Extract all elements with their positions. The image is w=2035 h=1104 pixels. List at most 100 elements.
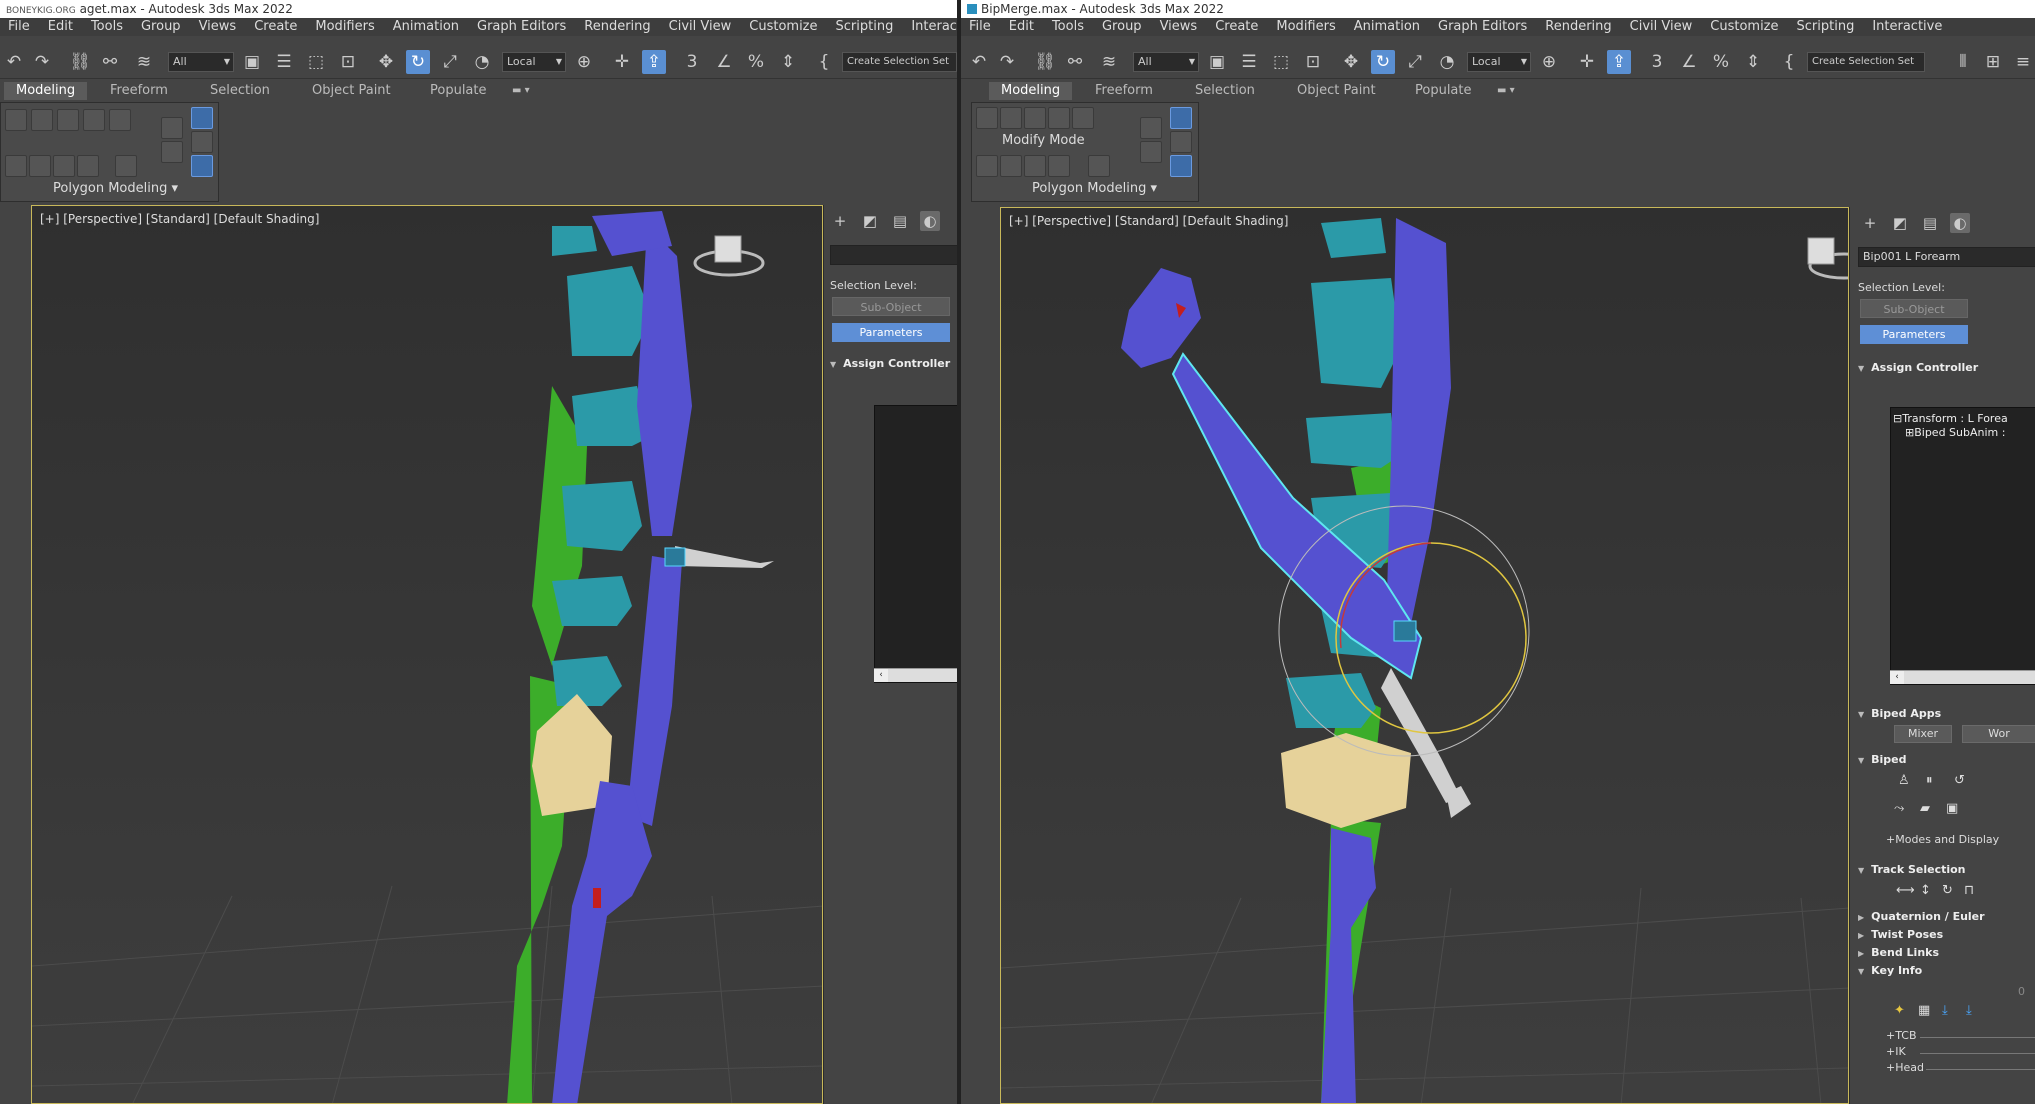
bind-spacewarp-icon[interactable]: ≋ <box>132 50 156 74</box>
biped-rollout[interactable]: ▼ Biped <box>1858 753 1907 766</box>
tab-selection[interactable]: Selection <box>1183 82 1267 100</box>
lock-cob-icon[interactable]: ⊓ <box>1964 883 1974 898</box>
menu-group[interactable]: Group <box>1094 18 1152 36</box>
scale-icon[interactable]: ⤢ <box>438 50 462 74</box>
angle-snap-icon[interactable]: ∠ <box>1677 50 1701 74</box>
bind-spacewarp-icon[interactable]: ≋ <box>1097 50 1121 74</box>
place-icon[interactable]: ◔ <box>470 50 494 74</box>
rect-selection-icon[interactable]: ⬚ <box>1269 50 1293 74</box>
set-sliding-key-icon[interactable]: ⤓ <box>1966 1003 1972 1018</box>
body-rotation-icon[interactable]: ↻ <box>1942 883 1953 898</box>
parameters-button[interactable]: Parameters <box>1860 325 1968 344</box>
selection-filter-dropdown[interactable]: All ▼ <box>1133 52 1199 72</box>
scale-icon[interactable]: ⤢ <box>1403 50 1427 74</box>
menu-animation[interactable]: Animation <box>385 18 469 36</box>
ribbon-stack-down-icon[interactable] <box>1140 141 1162 163</box>
menu-tools[interactable]: Tools <box>1044 18 1094 36</box>
create-tab-icon[interactable]: + <box>1860 213 1880 233</box>
select-object-icon[interactable]: ▣ <box>240 50 264 74</box>
ribbon-config-icon[interactable] <box>191 155 213 177</box>
polygon-modeling-label[interactable]: Polygon Modeling ▾ <box>53 181 178 196</box>
unlink-icon[interactable]: ⚯ <box>1063 50 1087 74</box>
object-name-field[interactable]: Bip001 L Forearm <box>1858 247 2035 267</box>
ribbon-vertex-icon[interactable] <box>976 107 998 129</box>
rotate-icon[interactable]: ↻ <box>1371 50 1395 74</box>
edit-named-selection-icon[interactable]: { <box>812 50 836 74</box>
ribbon-pin-icon[interactable] <box>1170 131 1192 153</box>
menu-edit[interactable]: Edit <box>1001 18 1044 36</box>
menu-create[interactable]: Create <box>1207 18 1268 36</box>
menu-civil-view[interactable]: Civil View <box>661 18 742 36</box>
footstep-mode-icon[interactable]: ⏸ <box>1926 773 1933 788</box>
menu-tools[interactable]: Tools <box>83 18 133 36</box>
tab-modeling[interactable]: Modeling <box>4 82 88 100</box>
menu-create[interactable]: Create <box>246 18 307 36</box>
spinner-snap-icon[interactable]: ⇕ <box>1741 50 1765 74</box>
select-manipulate-icon[interactable]: ✛ <box>610 50 634 74</box>
selection-filter-dropdown[interactable]: All ▼ <box>168 52 234 72</box>
ribbon-edge-icon[interactable] <box>1000 107 1022 129</box>
link-icon[interactable]: ⛓ <box>68 50 92 74</box>
menu-customize[interactable]: Customize <box>741 18 827 36</box>
tab-populate[interactable]: Populate <box>418 82 499 100</box>
ribbon-pin-icon[interactable] <box>191 131 213 153</box>
menu-graph-editors[interactable]: Graph Editors <box>1430 18 1537 36</box>
ribbon-tool3-icon[interactable] <box>53 155 75 177</box>
bend-links-rollout[interactable]: ▶ Bend Links <box>1858 946 1939 959</box>
snaps-toggle-icon[interactable]: 3 <box>1645 50 1669 74</box>
ribbon-element-icon[interactable] <box>109 109 131 131</box>
motion-tab-icon[interactable]: ◐ <box>920 211 940 231</box>
menu-scripting[interactable]: Scripting <box>828 18 904 36</box>
ribbon-config-icon[interactable] <box>1170 155 1192 177</box>
track-selection-rollout[interactable]: ▼ Track Selection <box>1858 863 1966 876</box>
ribbon-polygon-icon[interactable] <box>83 109 105 131</box>
left-viewport-label[interactable]: [+] [Perspective] [Standard] [Default Sh… <box>40 212 319 226</box>
assign-controller-rollout[interactable]: ▼ Assign Controller <box>1858 361 1978 374</box>
tab-freeform[interactable]: Freeform <box>98 82 180 100</box>
menu-views[interactable]: Views <box>191 18 247 36</box>
spinner-snap-icon[interactable]: ⇕ <box>776 50 800 74</box>
keyboard-shortcut-override-icon[interactable]: ⇪ <box>642 50 666 74</box>
window-crossing-icon[interactable]: ⊡ <box>1301 50 1325 74</box>
motion-flow-icon[interactable]: ↺ <box>1954 773 1965 788</box>
ribbon-show-end-icon[interactable] <box>191 107 213 129</box>
hierarchy-tab-icon[interactable]: ▤ <box>1920 213 1940 233</box>
ik-slider[interactable] <box>1920 1053 2035 1054</box>
named-selection-sets-dropdown[interactable]: Create Selection Set <box>1807 52 1925 72</box>
tab-selection[interactable]: Selection <box>198 82 282 100</box>
mixer-button[interactable]: Mixer <box>1894 725 1952 743</box>
move-icon[interactable]: ✥ <box>374 50 398 74</box>
menu-scripting[interactable]: Scripting <box>1789 18 1865 36</box>
ribbon-show-end-icon[interactable] <box>1170 107 1192 129</box>
scroll-left-icon[interactable]: ‹ <box>1890 671 1904 684</box>
ribbon-stack-up-icon[interactable] <box>1140 117 1162 139</box>
undo-icon[interactable]: ↶ <box>967 50 991 74</box>
left-tree-scrollbar[interactable]: ‹ <box>874 668 957 682</box>
pivot-center-icon[interactable]: ⊕ <box>572 50 596 74</box>
menu-file[interactable]: File <box>961 18 1001 36</box>
menu-graph-editors[interactable]: Graph Editors <box>469 18 576 36</box>
scroll-left-icon[interactable]: ‹ <box>874 669 888 682</box>
percent-snap-icon[interactable]: % <box>1709 50 1733 74</box>
body-vertical-icon[interactable]: ↕ <box>1920 883 1931 898</box>
rotate-icon[interactable]: ↻ <box>406 50 430 74</box>
snaps-toggle-icon[interactable]: 3 <box>680 50 704 74</box>
menu-interactive[interactable]: Interactive <box>903 18 957 36</box>
menu-animation[interactable]: Animation <box>1346 18 1430 36</box>
ik-toggle[interactable]: +IK <box>1886 1045 1906 1058</box>
menu-modifiers[interactable]: Modifiers <box>1268 18 1345 36</box>
select-object-icon[interactable]: ▣ <box>1205 50 1229 74</box>
ribbon-options-icon[interactable]: ▬ ▾ <box>1485 82 1527 100</box>
left-controller-tree[interactable] <box>874 405 957 683</box>
ribbon-options-icon[interactable]: ▬ ▾ <box>500 82 542 100</box>
key-number-field[interactable]: 0 <box>2018 985 2025 998</box>
tab-modeling[interactable]: Modeling <box>989 82 1073 100</box>
reference-coord-dropdown[interactable]: Local ▼ <box>502 52 566 72</box>
right-perspective-viewport[interactable]: [+] [Perspective] [Standard] [Default Sh… <box>1000 207 1849 1104</box>
sub-object-button[interactable]: Sub-Object <box>1860 299 1968 318</box>
edit-named-selection-icon[interactable]: { <box>1777 50 1801 74</box>
tab-object-paint[interactable]: Object Paint <box>1285 82 1388 100</box>
mirror-icon[interactable]: ⫴ <box>1951 50 1975 74</box>
keyboard-shortcut-override-icon[interactable]: ⇪ <box>1607 50 1631 74</box>
toggle-layers-icon[interactable]: ≡ <box>2011 50 2035 74</box>
